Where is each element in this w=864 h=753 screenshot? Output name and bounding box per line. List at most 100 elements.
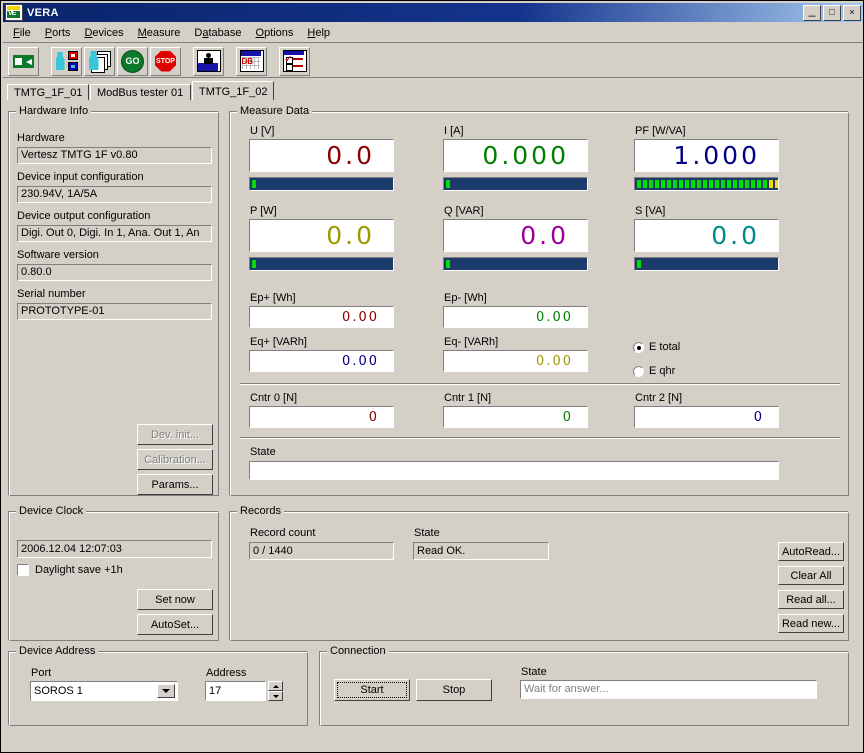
stop-icon[interactable]: STOP bbox=[150, 46, 181, 76]
address-stepper[interactable] bbox=[268, 681, 283, 701]
autoread-button[interactable]: AutoRead... bbox=[778, 542, 844, 561]
bar-segment bbox=[679, 180, 683, 188]
energy-value-ep-plus: 0.00 bbox=[249, 306, 394, 328]
gauge-bar-p bbox=[249, 257, 394, 271]
bar-segment bbox=[252, 260, 256, 268]
autoset-button[interactable]: AutoSet... bbox=[137, 614, 213, 635]
radio-e-qhr[interactable]: E qhr bbox=[633, 365, 675, 377]
bar-segment bbox=[691, 180, 695, 188]
clear-all-button[interactable]: Clear All bbox=[778, 566, 844, 585]
bar-segment bbox=[727, 180, 731, 188]
hardware-info-group: Hardware Info Hardware Vertesz TMTG 1F v… bbox=[8, 105, 219, 496]
menu-item-ports[interactable]: Ports bbox=[38, 25, 78, 41]
stop-button[interactable]: Stop bbox=[416, 679, 492, 701]
address-stepper-down[interactable] bbox=[268, 691, 283, 701]
app-icon: VE bbox=[5, 4, 23, 21]
bar-segment bbox=[446, 260, 450, 268]
menu-item-file[interactable]: File bbox=[6, 25, 38, 41]
serial-number-label: Serial number bbox=[17, 288, 86, 300]
gauge-bar-u bbox=[249, 177, 394, 191]
gauge-label-pf: PF [W/VA] bbox=[635, 125, 686, 137]
daylight-save-label: Daylight save +1h bbox=[35, 564, 123, 576]
port-combo[interactable]: SOROS 1 bbox=[30, 681, 178, 701]
minimize-button[interactable]: _ bbox=[803, 2, 821, 21]
device-address-group: Device Address Port SOROS 1 Address 17 bbox=[8, 645, 308, 726]
records-title: Records bbox=[237, 505, 284, 517]
port-value: SOROS 1 bbox=[34, 685, 83, 697]
menu-item-measure[interactable]: Measure bbox=[131, 25, 188, 41]
gauge-label-u: U [V] bbox=[250, 125, 275, 137]
bar-segment bbox=[637, 180, 641, 188]
energy-label-eq-minus: Eq- [VARh] bbox=[444, 336, 499, 348]
menu-item-options[interactable]: Options bbox=[249, 25, 301, 41]
bar-segment bbox=[733, 180, 737, 188]
device-clock-group: Device Clock 2006.12.04 12:07:03 Dayligh… bbox=[8, 505, 219, 641]
bar-segment bbox=[703, 180, 707, 188]
radio-e-qhr-indicator bbox=[633, 365, 644, 377]
device-address-title: Device Address bbox=[16, 645, 99, 657]
records-state-value: Read OK. bbox=[413, 542, 549, 560]
measure-data-title: Measure Data bbox=[237, 105, 313, 117]
energy-label-ep-plus: Ep+ [Wh] bbox=[250, 292, 296, 304]
maximize-button[interactable]: □ bbox=[823, 4, 841, 21]
calibration-button[interactable]: Calibration... bbox=[137, 449, 213, 470]
address-input[interactable]: 17 bbox=[205, 681, 266, 701]
connect-arrow-icon[interactable] bbox=[8, 46, 39, 76]
tab-tmtg-1f-02[interactable]: TMTG_1F_02 bbox=[192, 81, 274, 100]
bar-segment bbox=[637, 260, 641, 268]
minimize-icon: _ bbox=[808, 2, 816, 17]
port-label: Port bbox=[31, 667, 52, 679]
read-new-button[interactable]: Read new... bbox=[778, 614, 844, 633]
dev-init-button[interactable]: Dev. init... bbox=[137, 424, 213, 445]
serial-number-value: PROTOTYPE-01 bbox=[17, 303, 212, 320]
gauge-value-s: 0.0 bbox=[634, 219, 779, 252]
energy-label-ep-minus: Ep- [Wh] bbox=[444, 292, 487, 304]
params-button[interactable]: Params... bbox=[137, 474, 213, 495]
menu-item-devices[interactable]: Devices bbox=[77, 25, 130, 41]
radio-e-total-label: E total bbox=[649, 341, 681, 353]
read-all-button[interactable]: Read all... bbox=[778, 590, 844, 609]
device-config-icon[interactable] bbox=[51, 46, 82, 76]
radio-e-total[interactable]: E total bbox=[633, 341, 680, 353]
counter-label-2: Cntr 2 [N] bbox=[635, 392, 683, 404]
gauge-value-u: 0.0 bbox=[249, 139, 394, 172]
device-input-config-label: Device input configuration bbox=[17, 171, 144, 183]
radio-e-total-indicator bbox=[633, 341, 644, 353]
maximize-icon: □ bbox=[829, 6, 835, 17]
window-title: VERA bbox=[27, 6, 59, 19]
hardware-info-title: Hardware Info bbox=[16, 105, 92, 117]
set-now-button[interactable]: Set now bbox=[137, 589, 213, 610]
bar-segment bbox=[643, 180, 647, 188]
menu-item-help[interactable]: Help bbox=[300, 25, 337, 41]
start-button[interactable]: Start bbox=[334, 679, 410, 701]
gauge-bar-s bbox=[634, 257, 779, 271]
bar-segment bbox=[721, 180, 725, 188]
connection-group: Connection Start Stop State Wait for ans… bbox=[319, 645, 849, 726]
checklist-icon[interactable]: ✓ bbox=[279, 46, 310, 76]
bar-segment bbox=[775, 180, 778, 188]
menu-item-database[interactable]: Database bbox=[187, 25, 248, 41]
device-clock-datetime: 2006.12.04 12:07:03 bbox=[17, 540, 212, 558]
divider-2 bbox=[240, 437, 840, 439]
user-icon[interactable] bbox=[193, 46, 224, 76]
close-button[interactable]: × bbox=[843, 4, 861, 21]
address-stepper-up[interactable] bbox=[268, 681, 283, 691]
bar-segment bbox=[751, 180, 755, 188]
energy-label-eq-plus: Eq+ [VARh] bbox=[250, 336, 307, 348]
go-icon[interactable]: GO bbox=[117, 46, 148, 76]
chevron-down-icon[interactable] bbox=[157, 684, 175, 698]
tab-modbus-tester-01[interactable]: ModBus tester 01 bbox=[90, 84, 191, 100]
daylight-save-checkbox[interactable]: Daylight save +1h bbox=[17, 564, 123, 576]
menu-bar: File Ports Devices Measure Database Opti… bbox=[3, 24, 863, 43]
bar-segment bbox=[769, 180, 773, 188]
record-count-value: 0 / 1440 bbox=[249, 542, 394, 560]
software-version-value: 0.80.0 bbox=[17, 264, 212, 281]
bar-segment bbox=[697, 180, 701, 188]
bar-segment bbox=[667, 180, 671, 188]
tab-tmtg-1f-01[interactable]: TMTG_1F_01 bbox=[7, 84, 89, 100]
gauge-value-p: 0.0 bbox=[249, 219, 394, 252]
energy-value-ep-minus: 0.00 bbox=[443, 306, 588, 328]
database-icon[interactable]: DB bbox=[236, 46, 267, 76]
measure-state-value bbox=[249, 461, 779, 480]
device-list-config-icon[interactable] bbox=[84, 46, 115, 76]
